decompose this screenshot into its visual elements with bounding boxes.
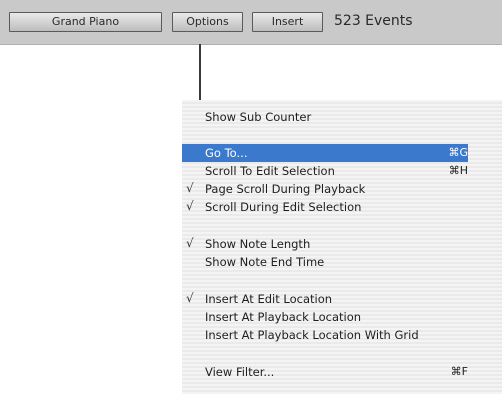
options-menu: Show Sub Counter Go To... ⌘G Scroll To E… [182,100,502,394]
shortcut-label: ⌘H [448,164,468,177]
menu-item-insert-at-edit-location[interactable]: √ Insert At Edit Location [182,290,468,308]
menu-item-go-to[interactable]: Go To... ⌘G [182,144,468,162]
menu-item-show-sub-counter[interactable]: Show Sub Counter [182,108,468,126]
menu-item-label: View Filter... [205,365,275,379]
callout-line [199,44,201,106]
options-button[interactable]: Options [172,12,243,32]
events-count: 523 Events [334,13,413,29]
menu-item-label: Insert At Playback Location With Grid [205,328,419,342]
menu-item-label: Show Note End Time [205,255,325,269]
menu-item-label: Show Sub Counter [205,110,312,124]
menu-item-insert-at-playback-location[interactable]: Insert At Playback Location [182,308,468,326]
menu-item-label: Scroll During Edit Selection [205,200,362,214]
menu-item-show-note-end-time[interactable]: Show Note End Time [182,253,468,271]
shortcut-label: ⌘F [450,365,468,378]
menu-item-label: Page Scroll During Playback [205,182,366,196]
menu-item-insert-at-playback-location-with-grid[interactable]: Insert At Playback Location With Grid [182,326,468,344]
toolbar: Grand Piano Options Insert 523 Events [0,0,502,45]
insert-button[interactable]: Insert [252,12,323,32]
menu-item-label: Scroll To Edit Selection [205,164,335,178]
menu-item-page-scroll-during-playback[interactable]: √ Page Scroll During Playback [182,180,468,198]
checkmark-icon: √ [186,236,194,250]
menu-item-scroll-to-edit-selection[interactable]: Scroll To Edit Selection ⌘H [182,162,468,180]
checkmark-icon: √ [186,181,194,195]
menu-item-label: Insert At Playback Location [205,310,362,324]
menu-item-show-note-length[interactable]: √ Show Note Length [182,235,468,253]
checkmark-icon: √ [186,199,194,213]
checkmark-icon: √ [186,291,194,305]
shortcut-label: ⌘G [448,146,468,159]
menu-item-label: Go To... [205,146,248,160]
menu-item-label: Insert At Edit Location [205,292,333,306]
menu-item-label: Show Note Length [205,237,311,251]
menu-item-scroll-during-edit-selection[interactable]: √ Scroll During Edit Selection [182,198,468,216]
menu-item-view-filter[interactable]: View Filter... ⌘F [182,363,468,381]
instrument-button[interactable]: Grand Piano [9,12,162,32]
